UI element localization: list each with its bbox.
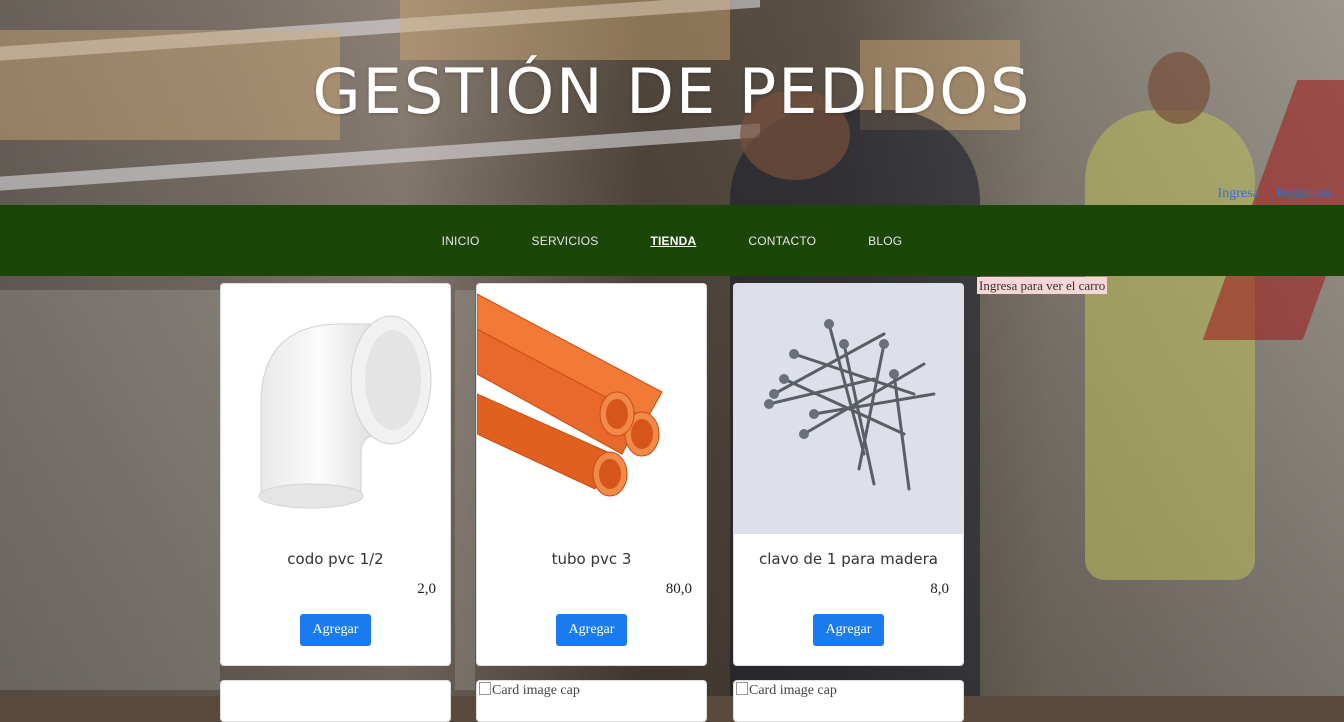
broken-image-icon xyxy=(479,682,491,695)
add-to-cart-button[interactable]: Agregar xyxy=(813,614,884,646)
product-price: 8,0 xyxy=(930,581,949,597)
nav-item-tienda[interactable]: TIENDA xyxy=(650,234,696,248)
product-card: clavo de 1 para madera 8,0 Agregar xyxy=(733,283,964,666)
product-name: codo pvc 1/2 xyxy=(287,550,384,568)
cart-login-notice: Ingresa para ver el carro xyxy=(977,277,1108,294)
nav-item-servicios[interactable]: SERVICIOS xyxy=(532,234,599,248)
add-to-cart-button[interactable]: Agregar xyxy=(300,614,371,646)
add-to-cart-button[interactable]: Agregar xyxy=(556,614,627,646)
nav-item-inicio[interactable]: INICIO xyxy=(442,234,480,248)
nav-item-contacto[interactable]: CONTACTO xyxy=(748,234,816,248)
product-card: Card image cap xyxy=(476,680,707,722)
product-card: Card image cap xyxy=(733,680,964,722)
site-header: GESTIÓN DE PEDIDOS Ingresa Registrate xyxy=(0,0,1344,205)
orange-pipes-icon xyxy=(477,284,706,534)
login-link[interactable]: Ingresa xyxy=(1218,186,1259,201)
broken-image-alt: Card image cap xyxy=(477,681,706,700)
product-name: clavo de 1 para madera xyxy=(758,550,938,568)
nav-item-blog[interactable]: BLOG xyxy=(868,234,902,248)
product-card: tubo pvc 3 80,0 Agregar xyxy=(476,283,707,666)
pvc-elbow-icon xyxy=(221,284,450,534)
broken-image-alt: Card image cap xyxy=(734,681,963,700)
site-title: GESTIÓN DE PEDIDOS xyxy=(312,55,1032,128)
auth-links: Ingresa Registrate xyxy=(1204,186,1333,202)
product-price: 2,0 xyxy=(417,581,436,597)
register-link[interactable]: Registrate xyxy=(1276,186,1333,201)
nails-icon xyxy=(734,284,963,534)
product-card xyxy=(220,680,451,722)
product-name: tubo pvc 3 xyxy=(551,550,632,568)
product-card: codo pvc 1/2 2,0 Agregar xyxy=(220,283,451,666)
main-navbar: INICIO SERVICIOS TIENDA CONTACTO BLOG xyxy=(0,205,1344,276)
product-price: 80,0 xyxy=(665,581,692,597)
broken-image-icon xyxy=(736,682,748,695)
